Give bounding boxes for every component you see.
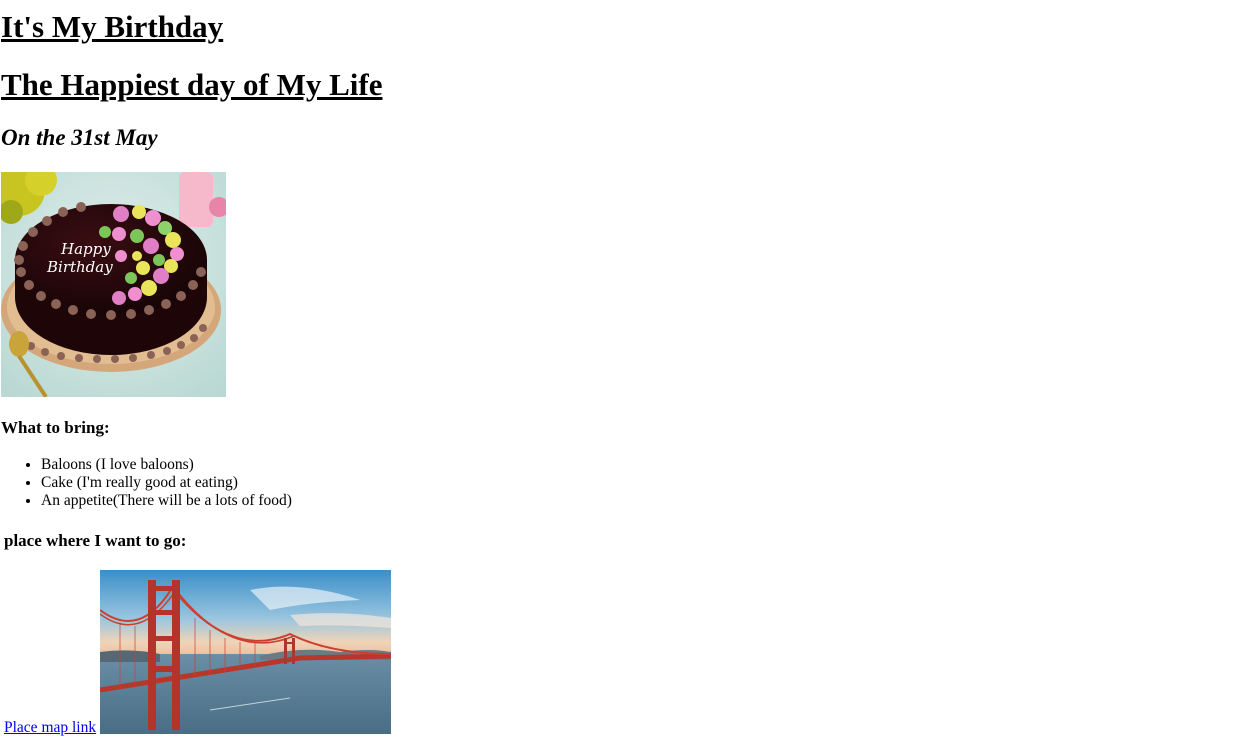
page-title: It's My Birthday [1, 9, 224, 44]
cake-text-birthday: Birthday [46, 258, 113, 276]
date-heading: On the 31st May [1, 125, 158, 150]
bring-heading: What to bring: [1, 418, 110, 437]
place-heading: place where I want to go: [4, 531, 187, 550]
bring-list: Baloons (I love baloons) Cake (I'm reall… [1, 456, 292, 510]
place-map-link[interactable]: Place map link [4, 720, 96, 736]
page: It's My Birthday The Happiest day of My … [1, 0, 1239, 744]
golden-gate-bridge-image[interactable] [100, 570, 391, 734]
list-item: Baloons (I love baloons) [41, 456, 292, 474]
page-subtitle-heading: The Happiest day of My Life [1, 67, 383, 102]
cake-image: Happy Birthday [1, 172, 226, 397]
cake-text-happy: Happy [60, 240, 111, 258]
list-item: An appetite(There will be a lots of food… [41, 492, 292, 510]
list-item: Cake (I'm really good at eating) [41, 474, 292, 492]
